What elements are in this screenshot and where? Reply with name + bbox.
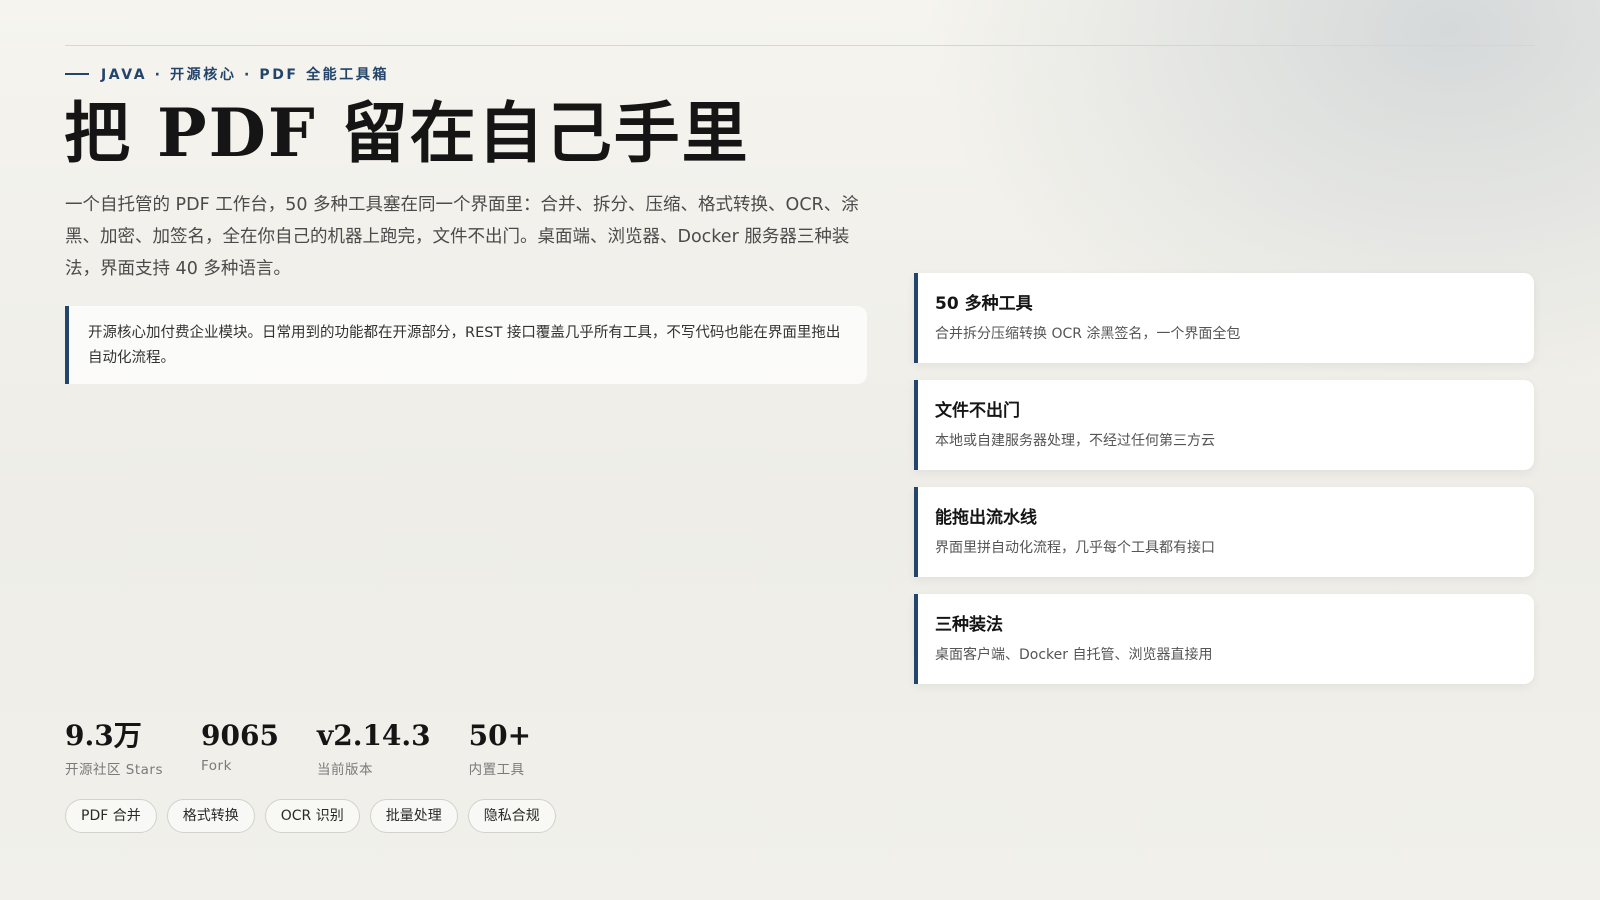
stat-value: v2.14.3	[316, 719, 431, 752]
stat-tools: 50+ 内置工具	[469, 718, 531, 778]
feature-card: 三种装法 桌面客户端、Docker 自托管、浏览器直接用	[914, 594, 1534, 684]
stats-row: 9.3万 开源社区 Stars 9065 Fork v2.14.3 当前版本 5…	[65, 718, 569, 778]
eyebrow: JAVA · 开源核心 · PDF 全能工具箱	[65, 64, 389, 84]
feature-desc: 合并拆分压缩转换 OCR 涂黑签名，一个界面全包	[935, 326, 1241, 342]
stat-label: 当前版本	[316, 762, 373, 778]
lead-paragraph: 一个自托管的 PDF 工作台，50 多种工具塞在同一个界面里：合并、拆分、压缩、…	[65, 195, 859, 279]
feature-title: 能拖出流水线	[935, 508, 1037, 528]
stat-forks: 9065 Fork	[201, 718, 279, 778]
feature-card: 文件不出门 本地或自建服务器处理，不经过任何第三方云	[914, 380, 1534, 470]
note-callout: 开源核心加付费企业模块。日常用到的功能都在开源部分，REST 接口覆盖几乎所有工…	[65, 306, 867, 384]
feature-desc: 本地或自建服务器处理，不经过任何第三方云	[935, 433, 1215, 449]
tag-pill: 隐私合规	[467, 799, 556, 833]
tag-pill: OCR 识别	[264, 799, 360, 833]
stat-value: 50+	[468, 719, 532, 752]
page-title: 把 PDF 留在自己手里	[64, 94, 750, 172]
feature-title: 文件不出门	[935, 401, 1020, 421]
eyebrow-text: JAVA · 开源核心 · PDF 全能工具箱	[101, 67, 390, 83]
feature-card: 能拖出流水线 界面里拼自动化流程，几乎每个工具都有接口	[914, 487, 1534, 577]
stat-label: 内置工具	[468, 762, 525, 778]
feature-title: 三种装法	[935, 615, 1003, 635]
stat-value: 9.3万	[65, 719, 142, 752]
feature-desc: 桌面客户端、Docker 自托管、浏览器直接用	[935, 647, 1213, 663]
eyebrow-dash	[65, 73, 89, 75]
feature-desc: 界面里拼自动化流程，几乎每个工具都有接口	[935, 540, 1215, 556]
stat-stars: 9.3万 开源社区 Stars	[65, 718, 163, 778]
tag-pill: 批量处理	[369, 799, 458, 833]
tag-pill: PDF 合并	[65, 799, 157, 833]
tag-pill: 格式转换	[166, 799, 255, 833]
stat-version: v2.14.3 当前版本	[317, 718, 431, 778]
feature-cards: 50 多种工具 合并拆分压缩转换 OCR 涂黑签名，一个界面全包 文件不出门 本…	[914, 273, 1534, 701]
tag-list: PDF 合并 格式转换 OCR 识别 批量处理 隐私合规	[65, 799, 566, 833]
stat-value: 9065	[201, 719, 279, 752]
stat-label: Fork	[201, 758, 232, 774]
feature-card: 50 多种工具 合并拆分压缩转换 OCR 涂黑签名，一个界面全包	[914, 273, 1534, 363]
top-divider	[65, 45, 1535, 46]
stat-label: 开源社区 Stars	[65, 762, 164, 778]
feature-title: 50 多种工具	[935, 294, 1033, 314]
